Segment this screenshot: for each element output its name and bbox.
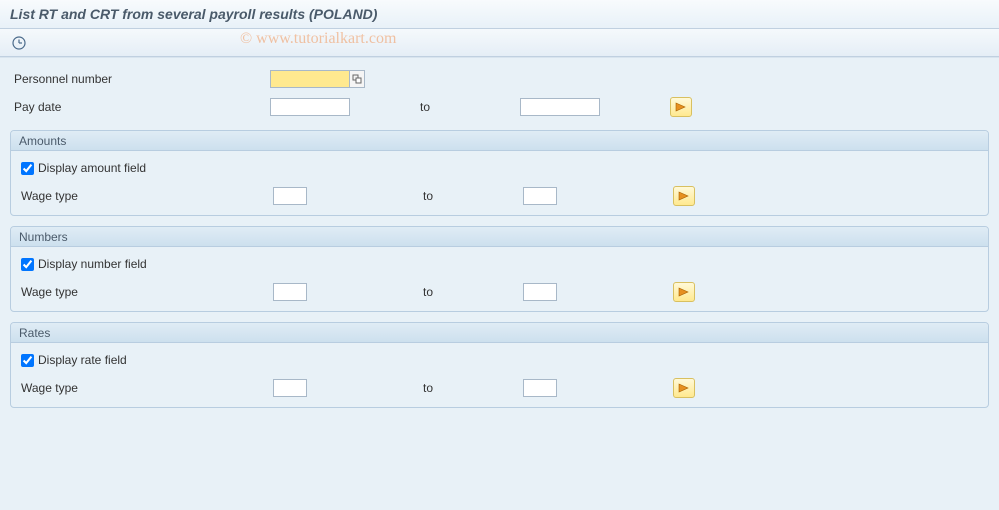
- multiple-selection-icon: [678, 287, 690, 297]
- pay-date-to-input[interactable]: [520, 98, 600, 116]
- numbers-wagetype-label: Wage type: [13, 285, 273, 299]
- amounts-wagetype-to-input[interactable]: [523, 187, 557, 205]
- personnel-number-f4-button[interactable]: [349, 70, 365, 88]
- title-bar: List RT and CRT from several payroll res…: [0, 0, 999, 29]
- rates-wagetype-multiselect-button[interactable]: [673, 378, 695, 398]
- execute-button[interactable]: [8, 33, 30, 53]
- pay-date-label: Pay date: [10, 100, 270, 114]
- numbers-header: Numbers: [11, 227, 988, 247]
- display-amount-row: Display amount field: [13, 155, 986, 181]
- to-label-amounts: to: [403, 189, 523, 203]
- display-number-row: Display number field: [13, 251, 986, 277]
- display-number-label: Display number field: [38, 257, 147, 271]
- display-rate-label: Display rate field: [38, 353, 127, 367]
- rates-group: Rates Display rate field Wage type to: [10, 322, 989, 408]
- numbers-wagetype-to-input[interactable]: [523, 283, 557, 301]
- to-label: to: [400, 100, 520, 114]
- display-rate-checkbox[interactable]: [21, 354, 34, 367]
- numbers-wagetype-row: Wage type to: [13, 279, 986, 305]
- amounts-group: Amounts Display amount field Wage type t…: [10, 130, 989, 216]
- amounts-header: Amounts: [11, 131, 988, 151]
- numbers-group: Numbers Display number field Wage type t…: [10, 226, 989, 312]
- amounts-wagetype-label: Wage type: [13, 189, 273, 203]
- pay-date-from-input[interactable]: [270, 98, 350, 116]
- rates-header: Rates: [11, 323, 988, 343]
- to-label-rates: to: [403, 381, 523, 395]
- multiple-selection-icon: [678, 383, 690, 393]
- page-title: List RT and CRT from several payroll res…: [10, 6, 989, 22]
- rates-wagetype-from-input[interactable]: [273, 379, 307, 397]
- rates-wagetype-to-input[interactable]: [523, 379, 557, 397]
- numbers-wagetype-from-input[interactable]: [273, 283, 307, 301]
- pay-date-row: Pay date to: [10, 94, 989, 120]
- personnel-number-input[interactable]: [270, 70, 350, 88]
- display-rate-row: Display rate field: [13, 347, 986, 373]
- multiple-selection-icon: [675, 102, 687, 112]
- display-amount-checkbox[interactable]: [21, 162, 34, 175]
- amounts-wagetype-from-input[interactable]: [273, 187, 307, 205]
- clock-icon: [12, 36, 26, 50]
- personnel-number-row: Personnel number: [10, 66, 989, 92]
- rates-wagetype-label: Wage type: [13, 381, 273, 395]
- amounts-wagetype-multiselect-button[interactable]: [673, 186, 695, 206]
- display-amount-label: Display amount field: [38, 161, 146, 175]
- numbers-wagetype-multiselect-button[interactable]: [673, 282, 695, 302]
- pay-date-multiselect-button[interactable]: [670, 97, 692, 117]
- rates-wagetype-row: Wage type to: [13, 375, 986, 401]
- search-help-icon: [352, 74, 362, 84]
- amounts-wagetype-row: Wage type to: [13, 183, 986, 209]
- to-label-numbers: to: [403, 285, 523, 299]
- toolbar: [0, 29, 999, 57]
- multiple-selection-icon: [678, 191, 690, 201]
- selection-screen: Personnel number Pay date to: [0, 57, 999, 510]
- personnel-number-label: Personnel number: [10, 72, 270, 86]
- display-number-checkbox[interactable]: [21, 258, 34, 271]
